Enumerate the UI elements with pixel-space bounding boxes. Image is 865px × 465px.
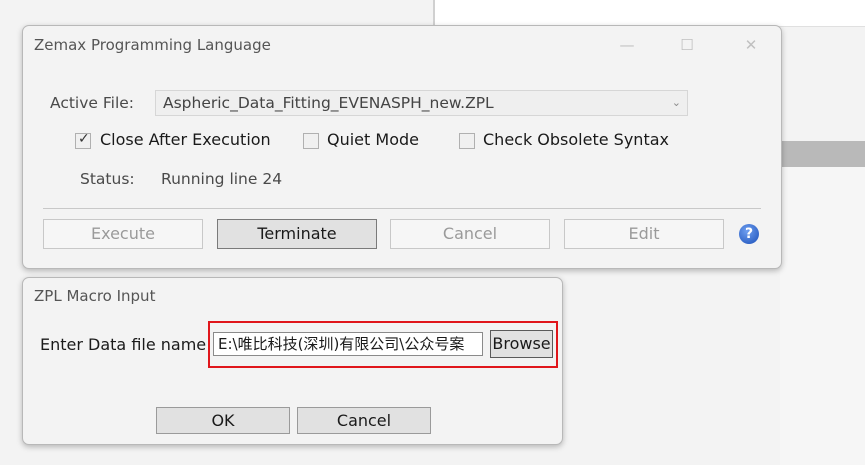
background-window-body (780, 167, 865, 465)
window-title: Zemax Programming Language (34, 36, 271, 54)
close-after-execution-checkbox[interactable]: ✓ (75, 131, 91, 149)
separator (43, 208, 761, 209)
quiet-mode-checkbox[interactable] (303, 133, 319, 149)
status-value: Running line 24 (161, 170, 283, 188)
maximize-icon[interactable]: ☐ (677, 35, 697, 55)
window-title: ZPL Macro Input (34, 287, 156, 305)
terminate-button[interactable]: Terminate (217, 219, 377, 249)
check-obsolete-syntax-checkbox[interactable] (459, 133, 475, 149)
macro-input-dialog: ZPL Macro Input Enter Data file name: E:… (22, 277, 563, 445)
data-file-input[interactable]: E:\唯比科技(深圳)有限公司\公众号案 (213, 332, 483, 356)
cancel-button[interactable]: Cancel (390, 219, 550, 249)
background-window (433, 0, 865, 27)
check-mark-icon: ✓ (78, 131, 90, 147)
close-icon[interactable]: ✕ (741, 35, 761, 55)
data-file-prompt-label: Enter Data file name: (40, 335, 212, 354)
ok-button[interactable]: OK (156, 407, 290, 434)
close-after-execution-label[interactable]: Close After Execution (100, 130, 271, 149)
active-file-value: Aspheric_Data_Fitting_EVENASPH_new.ZPL (163, 94, 494, 112)
active-file-dropdown[interactable]: Aspheric_Data_Fitting_EVENASPH_new.ZPL ⌄ (155, 90, 688, 116)
cancel-button[interactable]: Cancel (297, 407, 431, 434)
dropdown-chevron-icon[interactable]: ⌄ (672, 91, 681, 115)
browse-button[interactable]: Browse (490, 330, 553, 358)
background-window-band (780, 141, 865, 167)
check-obsolete-syntax-label[interactable]: Check Obsolete Syntax (483, 130, 669, 149)
active-file-label: Active File: (50, 94, 135, 112)
status-label: Status: (80, 170, 135, 188)
execute-button[interactable]: Execute (43, 219, 203, 249)
edit-button[interactable]: Edit (564, 219, 724, 249)
minimize-icon[interactable]: — (617, 35, 637, 55)
zpl-dialog: Zemax Programming Language — ☐ ✕ Active … (22, 25, 782, 269)
help-icon[interactable]: ? (739, 224, 759, 244)
titlebar[interactable]: ZPL Macro Input (23, 278, 562, 316)
titlebar[interactable]: Zemax Programming Language — ☐ ✕ (23, 26, 781, 64)
quiet-mode-label[interactable]: Quiet Mode (327, 130, 419, 149)
